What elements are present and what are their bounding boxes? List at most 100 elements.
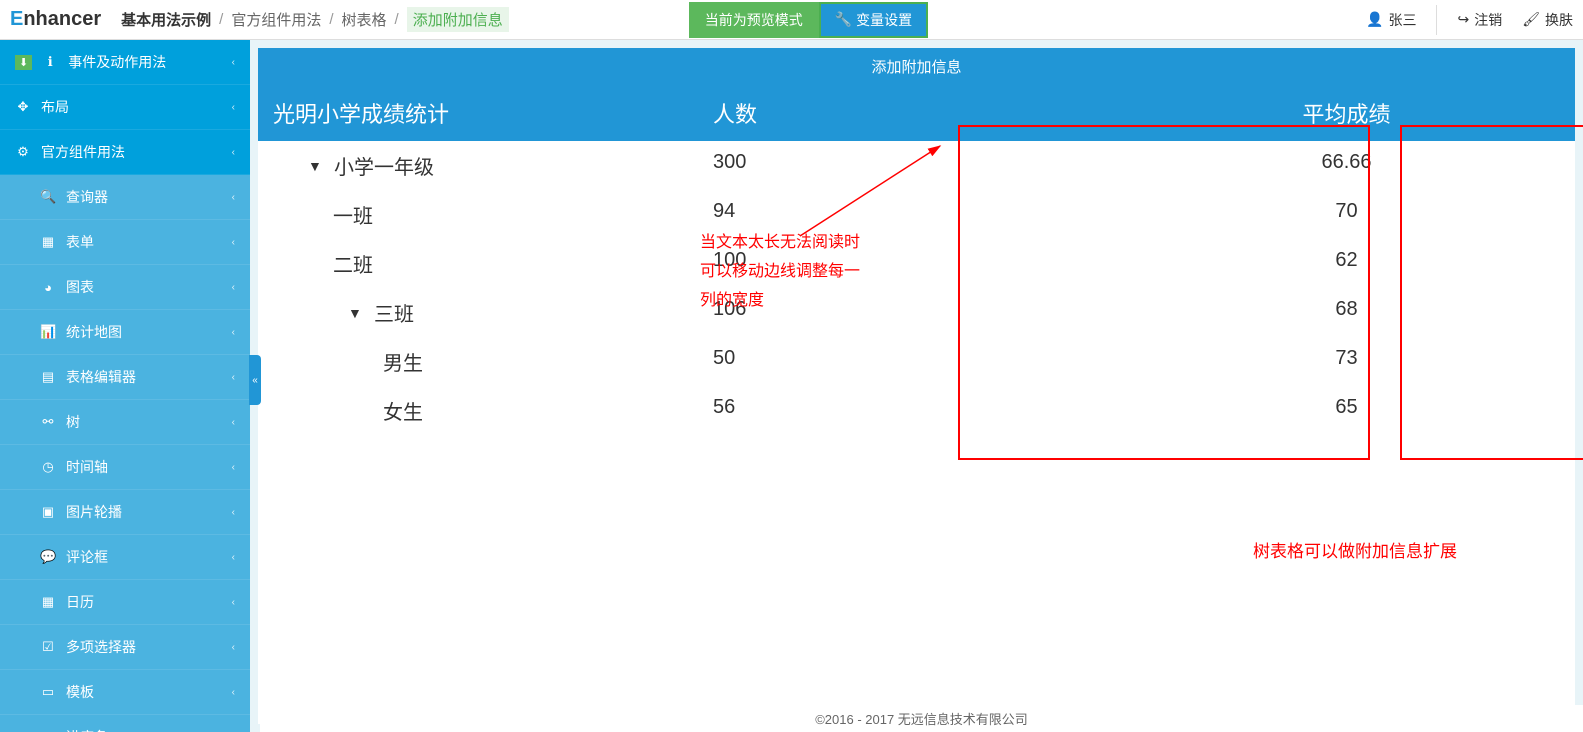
chevron-left-icon: ‹ <box>232 552 235 563</box>
sidebar-collapse-handle[interactable]: « <box>249 355 261 405</box>
menu-icon: ▭ <box>40 684 56 700</box>
sidebar-item-7[interactable]: ▤ 表格编辑器 ‹ <box>0 355 250 400</box>
tree-cell[interactable]: 二班 <box>258 239 698 288</box>
main-panel: 添加附加信息 光明小学成绩统计人数平均成绩▼小学一年级30066.66一班947… <box>250 40 1583 732</box>
sidebar-item-11[interactable]: 💬评论框‹ <box>0 535 250 580</box>
sidebar-item-8[interactable]: ⚯树‹ <box>0 400 250 445</box>
sidebar-item-0[interactable]: ⬇ ℹ 事件及动作用法 ‹ <box>0 40 250 85</box>
breadcrumb-current: 添加附加信息 <box>407 7 509 32</box>
badge-icon: ⬇ <box>15 55 32 70</box>
sidebar-label: 表单 <box>66 232 94 252</box>
menu-icon: ▤ <box>40 369 56 385</box>
sidebar-label: 统计地图 <box>66 322 122 342</box>
sidebar-item-12[interactable]: ▦ 日历 ‹ <box>0 580 250 625</box>
chevron-left-icon: ‹ <box>232 147 235 158</box>
sidebar-item-13[interactable]: ☑多项选择器‹ <box>0 625 250 670</box>
sidebar-label: 布局 <box>41 97 69 117</box>
menu-icon: 📊 <box>40 324 56 340</box>
sidebar-item-3[interactable]: 🔍查询器‹ <box>0 175 250 220</box>
table-header-0[interactable]: 光明小学成绩统计 <box>258 85 698 141</box>
sidebar-label: 官方组件用法 <box>41 142 125 162</box>
tree-label: 男生 <box>383 347 423 376</box>
sidebar-label: 日历 <box>66 592 94 612</box>
avg-cell: 70 <box>1118 190 1575 239</box>
count-cell: 106 <box>698 288 1118 337</box>
sidebar-label: 多项选择器 <box>66 637 136 657</box>
chevron-left-icon: ‹ <box>232 597 235 608</box>
chevron-left-icon: ‹ <box>232 192 235 203</box>
variable-settings-button[interactable]: 🔧 变量设置 <box>819 2 928 38</box>
chevron-left-icon: ‹ <box>232 327 235 338</box>
sidebar: ⬇ℹ事件及动作用法‹✥布局‹⚙官方组件用法‹🔍查询器‹▦表单‹◕图表‹📊统计地图… <box>0 40 250 732</box>
sidebar-label: 图表 <box>66 277 94 297</box>
tree-cell[interactable]: 一班 <box>258 190 698 239</box>
avg-cell: 73 <box>1118 337 1575 386</box>
avg-cell: 68 <box>1118 288 1575 337</box>
tree-label: 二班 <box>333 249 373 278</box>
sidebar-item-10[interactable]: ▣ 图片轮播 ‹ <box>0 490 250 535</box>
skin-button[interactable]: 🖌 换肤 <box>1522 10 1573 30</box>
table-header-2[interactable]: 平均成绩 <box>1118 85 1575 141</box>
tree-cell[interactable]: ▼小学一年级 <box>258 141 698 190</box>
footer: ©2016 - 2017 无远信息技术有限公司 <box>260 705 1583 732</box>
sidebar-label: 进度条 <box>66 727 108 732</box>
topbar: Enhancer 基本用法示例 / 官方组件用法 / 树表格 / 添加附加信息 … <box>0 0 1583 40</box>
menu-icon: ◷ <box>40 459 56 475</box>
breadcrumb-item-1[interactable]: 官方组件用法 <box>231 9 321 30</box>
sidebar-label: 表格编辑器 <box>66 367 136 387</box>
tree-cell[interactable]: 男生 <box>258 337 698 386</box>
logout-icon: ↪ <box>1457 11 1469 28</box>
sidebar-label: 事件及动作用法 <box>68 52 166 72</box>
breadcrumb: 基本用法示例 / 官方组件用法 / 树表格 / 添加附加信息 <box>121 7 509 32</box>
chevron-left-icon: ‹ <box>232 642 235 653</box>
sidebar-item-14[interactable]: ▭模板‹ <box>0 670 250 715</box>
chevron-left-icon: ‹ <box>232 102 235 113</box>
tree-label: 三班 <box>374 298 414 327</box>
preview-mode-badge: 当前为预览模式 <box>689 2 819 38</box>
sidebar-item-6[interactable]: 📊 统计地图 ‹ <box>0 310 250 355</box>
chevron-left-icon: ‹ <box>232 57 235 68</box>
breadcrumb-root[interactable]: 基本用法示例 <box>121 9 211 30</box>
menu-icon: ▦ <box>40 594 56 610</box>
sidebar-label: 模板 <box>66 682 94 702</box>
panel-title: 添加附加信息 <box>258 48 1575 85</box>
table-header-1[interactable]: 人数 <box>698 85 1118 141</box>
tree-table: 光明小学成绩统计人数平均成绩▼小学一年级30066.66一班9470二班1006… <box>258 85 1575 435</box>
sidebar-label: 评论框 <box>66 547 108 567</box>
breadcrumb-item-2[interactable]: 树表格 <box>342 9 387 30</box>
menu-icon: ◕ <box>40 280 56 295</box>
sidebar-item-15[interactable]: ◉进度条‹ <box>0 715 250 732</box>
chevron-left-icon: ‹ <box>232 372 235 383</box>
sidebar-item-9[interactable]: ◷时间轴‹ <box>0 445 250 490</box>
logo: Enhancer <box>10 8 101 31</box>
chevron-left-icon: ‹ <box>232 237 235 248</box>
avg-cell: 62 <box>1118 239 1575 288</box>
menu-icon: ℹ <box>42 54 58 70</box>
tree-label: 女生 <box>383 396 423 425</box>
sidebar-item-2[interactable]: ⚙ 官方组件用法 ‹ <box>0 130 250 175</box>
tree-cell[interactable]: 女生 <box>258 386 698 435</box>
caret-down-icon[interactable]: ▼ <box>348 305 366 321</box>
sidebar-label: 查询器 <box>66 187 108 207</box>
user-icon: 👤 <box>1366 11 1383 28</box>
logout-button[interactable]: ↪ 注销 <box>1457 10 1502 30</box>
chevron-left-icon: ‹ <box>232 507 235 518</box>
user-menu[interactable]: 👤 张三 <box>1366 10 1416 30</box>
sidebar-label: 图片轮播 <box>66 502 122 522</box>
tree-cell[interactable]: ▼ 三班 <box>258 288 698 337</box>
sidebar-label: 树 <box>66 412 80 432</box>
count-cell: 50 <box>698 337 1118 386</box>
chevron-left-icon: ‹ <box>232 282 235 293</box>
panel-body: 光明小学成绩统计人数平均成绩▼小学一年级30066.66一班9470二班1006… <box>258 85 1575 724</box>
sidebar-item-5[interactable]: ◕ 图表 ‹ <box>0 265 250 310</box>
chevron-left-icon: ‹ <box>232 462 235 473</box>
count-cell: 100 <box>698 239 1118 288</box>
count-cell: 56 <box>698 386 1118 435</box>
wrench-icon: 🔧 <box>835 11 852 28</box>
sidebar-item-4[interactable]: ▦表单‹ <box>0 220 250 265</box>
menu-icon: ▣ <box>40 504 56 520</box>
menu-icon: ⚙ <box>15 144 31 160</box>
caret-down-icon[interactable]: ▼ <box>308 158 326 174</box>
sidebar-item-1[interactable]: ✥布局‹ <box>0 85 250 130</box>
tree-label: 一班 <box>333 200 373 229</box>
